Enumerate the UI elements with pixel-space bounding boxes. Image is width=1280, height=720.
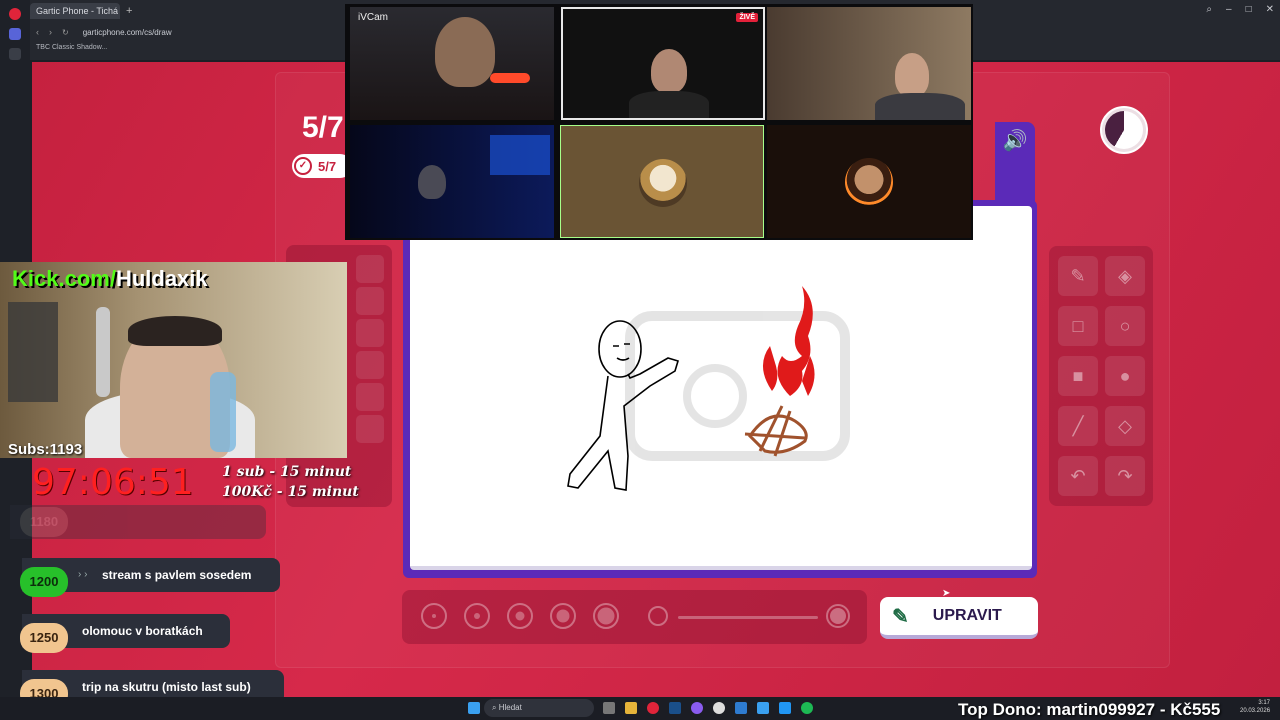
redo-icon[interactable]: ↷ [1105,456,1145,496]
drawing [567,286,850,491]
tab-gartic[interactable]: Gartic Phone - Tichá poš... [30,3,120,19]
app-icon[interactable] [735,702,747,714]
goal-text: trip na skutru (misto last sub) [82,680,251,694]
spotify-icon[interactable] [801,702,813,714]
stick-figure [567,320,679,491]
line-tool-icon[interactable]: ╱ [1058,406,1098,446]
round-timer [1100,106,1148,154]
eraser-tool-icon[interactable]: ◈ [1105,256,1145,296]
color-swatch[interactable] [356,255,384,283]
video-tile-label: iVCam [358,12,389,23]
rate-sub: 1 sub - 15 minut [222,464,352,480]
address-bar[interactable]: garticphone.com/cs/draw [83,28,172,37]
reload-icon[interactable]: ↻ [62,28,69,37]
video-tile-3 [767,7,971,120]
close-icon[interactable]: ✕ [1266,4,1274,15]
taskbar-clock[interactable]: 3:17 20.03.2026 [1240,699,1270,715]
edit-button-label: UPRAVIT [932,607,1002,624]
subathon-timer: 97:06:51 [32,462,194,503]
brush-size-2[interactable] [464,603,490,629]
goal-text: olomouc v boratkách [82,624,203,638]
opera-taskbar-icon[interactable] [647,702,659,714]
tab-bar: Gartic Phone - Tichá poš... + [30,2,132,20]
rectangle-tool-icon[interactable]: □ [1058,306,1098,346]
mouse-cursor: ➤ [942,588,951,599]
drawing-canvas[interactable] [410,206,1032,570]
steam-icon[interactable] [669,702,681,714]
brush-size-5[interactable] [593,603,619,629]
sound-button[interactable]: 🔊 [995,122,1035,202]
rate-kc: 100Kč - 15 minut [222,484,359,500]
search-icon: ⌕ [492,703,497,712]
window-controls: ⌕ – □ ✕ [1206,4,1274,15]
goal-text: stream s pavlem sosedem [102,568,252,582]
bookmark-item[interactable]: TBC Classic Shadow... [36,44,107,51]
video-tile-4 [350,125,554,238]
bucket-tool-icon[interactable]: ◇ [1105,406,1145,446]
video-tile-6 [767,125,971,238]
tool-panel: ✎ ◈ □ ○ ■ ● ╱ ◇ ↶ ↷ [1049,246,1153,506]
opacity-min-icon [648,606,668,626]
brush-size-4[interactable] [550,603,576,629]
pen-tool-icon[interactable]: ✎ [1058,256,1098,296]
home-icon[interactable] [9,28,21,40]
taskbar-search[interactable]: ⌕ Hledat [484,699,594,717]
participant-avatar [639,159,687,207]
opacity-slider-handle[interactable] [826,604,850,628]
goal-item: 1180 [10,505,266,539]
subs-counter: Subs:1193 [8,441,83,458]
timer-fill [1105,111,1143,149]
chevron-right-icon: › › [78,569,88,580]
top-donor-label: Top Dono: martin099927 - Kč555 [958,700,1221,719]
undo-icon[interactable]: ↶ [1058,456,1098,496]
goal-number: 1250 [20,623,68,653]
color-swatch[interactable] [356,287,384,315]
video-call-grid: iVCam ŽIVĚ [345,4,973,240]
filled-rectangle-tool-icon[interactable]: ■ [1058,356,1098,396]
ellipse-tool-icon[interactable]: ○ [1105,306,1145,346]
pencil-icon: ✎ [892,605,909,628]
task-view-icon[interactable] [603,702,615,714]
color-swatch[interactable] [356,383,384,411]
video-tile-2: ŽIVĚ [561,7,765,120]
filled-ellipse-tool-icon[interactable]: ● [1105,356,1145,396]
color-swatch[interactable] [356,415,384,443]
video-tile-1: iVCam [350,7,554,120]
opera-logo-icon[interactable] [9,8,21,20]
round-counter: 5/7 [302,111,344,144]
app-icon[interactable] [757,702,769,714]
goal-number: 1200 [20,567,68,597]
obs-icon[interactable] [713,702,725,714]
participant-avatar [845,158,893,206]
brush-size-3[interactable] [507,603,533,629]
video-tile-5 [560,125,764,238]
gartic-watermark-logo [625,311,850,461]
check-icon: ✓ [294,157,312,175]
discord-icon[interactable] [691,702,703,714]
maximize-icon[interactable]: □ [1246,4,1252,15]
back-icon[interactable]: ‹ [36,27,39,37]
app-icon[interactable] [779,702,791,714]
color-swatch[interactable] [356,351,384,379]
edit-button[interactable]: ✎ UPRAVIT [880,597,1038,639]
minimize-icon[interactable]: – [1226,4,1232,15]
speaker-icon: 🔊 [1002,130,1028,152]
opacity-slider[interactable] [678,616,818,619]
forward-icon[interactable]: › [49,27,52,37]
start-icon[interactable] [468,702,480,714]
live-badge: ŽIVĚ [736,13,758,22]
file-explorer-icon[interactable] [625,702,637,714]
pinboard-icon[interactable] [9,48,21,60]
round-badge: ✓ 5/7 [292,154,352,178]
search-tabs-icon[interactable]: ⌕ [1206,4,1212,15]
color-swatch[interactable] [356,319,384,347]
kick-channel-label: Kick.com/Huldaxik [12,266,208,291]
new-tab-button[interactable]: + [126,5,132,17]
brush-size-1[interactable] [421,603,447,629]
